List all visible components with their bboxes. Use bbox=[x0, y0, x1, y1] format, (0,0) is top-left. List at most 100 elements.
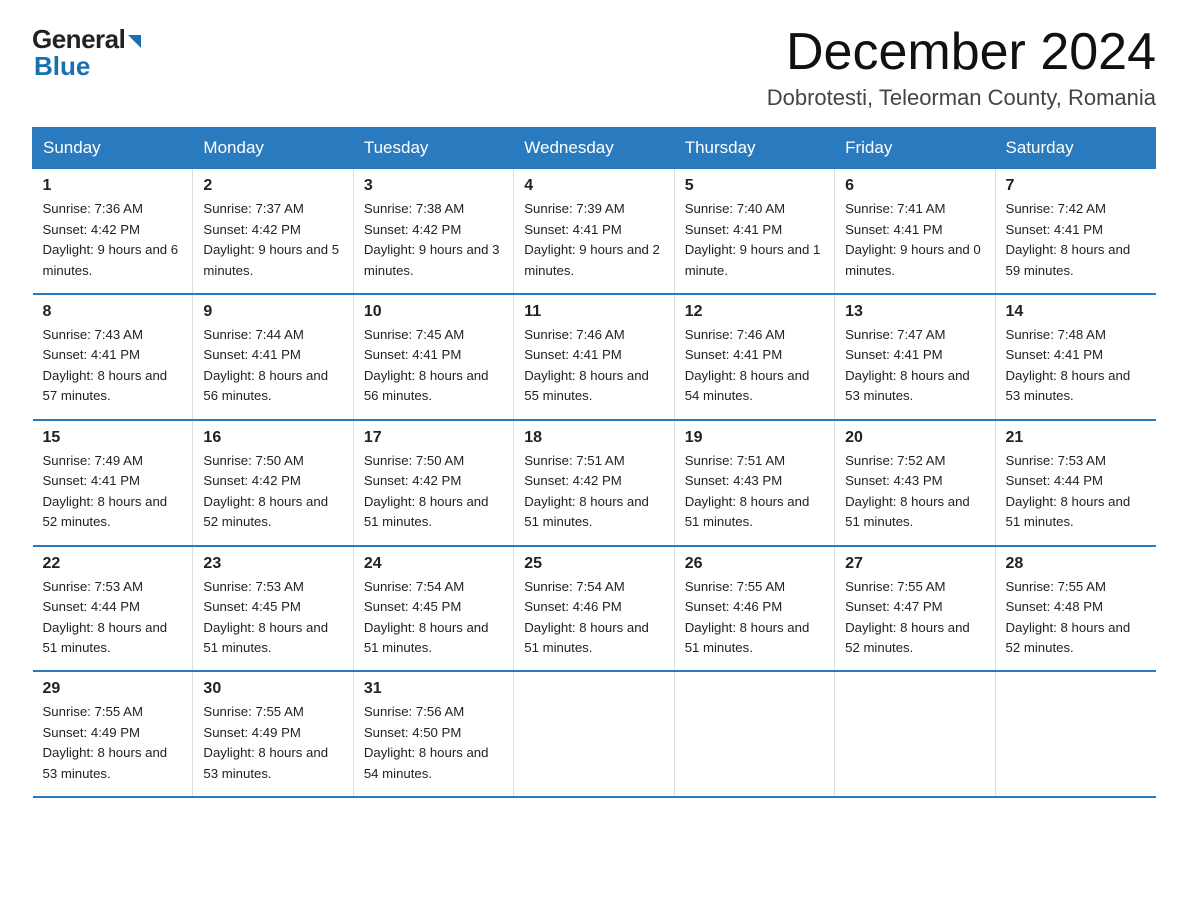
day-number: 28 bbox=[1006, 555, 1146, 573]
day-number: 27 bbox=[845, 555, 984, 573]
calendar-cell: 24 Sunrise: 7:54 AMSunset: 4:45 PMDayligh… bbox=[353, 546, 513, 672]
calendar-cell: 7Sunrise: 7:42 AMSunset: 4:41 PMDaylight… bbox=[995, 169, 1155, 294]
day-info: Sunrise: 7:55 AMSunset: 4:47 PMDaylight:… bbox=[845, 577, 984, 659]
calendar-cell: 28 Sunrise: 7:55 AMSunset: 4:48 PMDayligh… bbox=[995, 546, 1155, 672]
day-number: 4 bbox=[524, 177, 663, 195]
title-area: December 2024 Dobrotesti, Teleorman Coun… bbox=[767, 24, 1156, 111]
day-number: 26 bbox=[685, 555, 824, 573]
weekday-header-tuesday: Tuesday bbox=[353, 128, 513, 169]
calendar-cell: 26 Sunrise: 7:55 AMSunset: 4:46 PMDayligh… bbox=[674, 546, 834, 672]
calendar-cell: 5 Sunrise: 7:40 AMSunset: 4:41 PMDaylight… bbox=[674, 169, 834, 294]
day-number: 20 bbox=[845, 429, 984, 447]
day-info: Sunrise: 7:42 AMSunset: 4:41 PMDaylight:… bbox=[1006, 199, 1146, 281]
day-info: Sunrise: 7:48 AMSunset: 4:41 PMDaylight:… bbox=[1006, 325, 1146, 407]
calendar-week-row: 22 Sunrise: 7:53 AMSunset: 4:44 PMDayligh… bbox=[33, 546, 1156, 672]
location-subtitle: Dobrotesti, Teleorman County, Romania bbox=[767, 85, 1156, 111]
day-number: 30 bbox=[203, 680, 342, 698]
day-info: Sunrise: 7:50 AMSunset: 4:42 PMDaylight:… bbox=[364, 451, 503, 533]
day-number: 16 bbox=[203, 429, 342, 447]
day-number: 25 bbox=[524, 555, 663, 573]
calendar-cell: 1Sunrise: 7:36 AMSunset: 4:42 PMDaylight… bbox=[33, 169, 193, 294]
calendar-week-row: 8 Sunrise: 7:43 AMSunset: 4:41 PMDaylight… bbox=[33, 294, 1156, 420]
calendar-cell: 19Sunrise: 7:51 AMSunset: 4:43 PMDayligh… bbox=[674, 420, 834, 546]
day-info: Sunrise: 7:52 AMSunset: 4:43 PMDaylight:… bbox=[845, 451, 984, 533]
logo-text-blue: Blue bbox=[34, 51, 90, 82]
calendar-header-row: SundayMondayTuesdayWednesdayThursdayFrid… bbox=[33, 128, 1156, 169]
calendar-week-row: 15 Sunrise: 7:49 AMSunset: 4:41 PMDayligh… bbox=[33, 420, 1156, 546]
day-info: Sunrise: 7:37 AMSunset: 4:42 PMDaylight:… bbox=[203, 199, 342, 281]
day-info: Sunrise: 7:54 AMSunset: 4:46 PMDaylight:… bbox=[524, 577, 663, 659]
day-info: Sunrise: 7:46 AMSunset: 4:41 PMDaylight:… bbox=[685, 325, 824, 407]
month-year-title: December 2024 bbox=[767, 24, 1156, 81]
day-info: Sunrise: 7:54 AMSunset: 4:45 PMDaylight:… bbox=[364, 577, 503, 659]
day-info: Sunrise: 7:55 AMSunset: 4:48 PMDaylight:… bbox=[1006, 577, 1146, 659]
day-info: Sunrise: 7:44 AMSunset: 4:41 PMDaylight:… bbox=[203, 325, 342, 407]
day-info: Sunrise: 7:40 AMSunset: 4:41 PMDaylight:… bbox=[685, 199, 824, 281]
day-info: Sunrise: 7:50 AMSunset: 4:42 PMDaylight:… bbox=[203, 451, 342, 533]
weekday-header-saturday: Saturday bbox=[995, 128, 1155, 169]
calendar-cell: 30 Sunrise: 7:55 AMSunset: 4:49 PMDayligh… bbox=[193, 671, 353, 797]
calendar-cell bbox=[674, 671, 834, 797]
day-number: 12 bbox=[685, 303, 824, 321]
day-info: Sunrise: 7:49 AMSunset: 4:41 PMDaylight:… bbox=[43, 451, 183, 533]
day-number: 8 bbox=[43, 303, 183, 321]
day-number: 11 bbox=[524, 303, 663, 321]
day-info: Sunrise: 7:55 AMSunset: 4:46 PMDaylight:… bbox=[685, 577, 824, 659]
day-info: Sunrise: 7:51 AMSunset: 4:42 PMDaylight:… bbox=[524, 451, 663, 533]
calendar-cell: 11Sunrise: 7:46 AMSunset: 4:41 PMDayligh… bbox=[514, 294, 674, 420]
day-number: 18 bbox=[524, 429, 663, 447]
day-info: Sunrise: 7:43 AMSunset: 4:41 PMDaylight:… bbox=[43, 325, 183, 407]
calendar-cell: 21Sunrise: 7:53 AMSunset: 4:44 PMDayligh… bbox=[995, 420, 1155, 546]
day-number: 5 bbox=[685, 177, 824, 195]
calendar-table: SundayMondayTuesdayWednesdayThursdayFrid… bbox=[32, 127, 1156, 798]
weekday-header-wednesday: Wednesday bbox=[514, 128, 674, 169]
day-number: 24 bbox=[364, 555, 503, 573]
calendar-cell: 4Sunrise: 7:39 AMSunset: 4:41 PMDaylight… bbox=[514, 169, 674, 294]
day-info: Sunrise: 7:53 AMSunset: 4:44 PMDaylight:… bbox=[43, 577, 183, 659]
calendar-cell: 13 Sunrise: 7:47 AMSunset: 4:41 PMDayligh… bbox=[835, 294, 995, 420]
calendar-cell: 9 Sunrise: 7:44 AMSunset: 4:41 PMDaylight… bbox=[193, 294, 353, 420]
calendar-cell: 15 Sunrise: 7:49 AMSunset: 4:41 PMDayligh… bbox=[33, 420, 193, 546]
day-number: 6 bbox=[845, 177, 984, 195]
day-number: 23 bbox=[203, 555, 342, 573]
day-number: 3 bbox=[364, 177, 503, 195]
weekday-header-friday: Friday bbox=[835, 128, 995, 169]
calendar-cell: 18 Sunrise: 7:51 AMSunset: 4:42 PMDayligh… bbox=[514, 420, 674, 546]
day-info: Sunrise: 7:47 AMSunset: 4:41 PMDaylight:… bbox=[845, 325, 984, 407]
weekday-header-monday: Monday bbox=[193, 128, 353, 169]
day-info: Sunrise: 7:53 AMSunset: 4:44 PMDaylight:… bbox=[1006, 451, 1146, 533]
day-info: Sunrise: 7:41 AMSunset: 4:41 PMDaylight:… bbox=[845, 199, 984, 281]
day-info: Sunrise: 7:38 AMSunset: 4:42 PMDaylight:… bbox=[364, 199, 503, 281]
day-info: Sunrise: 7:53 AMSunset: 4:45 PMDaylight:… bbox=[203, 577, 342, 659]
day-number: 13 bbox=[845, 303, 984, 321]
day-number: 1 bbox=[43, 177, 183, 195]
calendar-cell: 2 Sunrise: 7:37 AMSunset: 4:42 PMDaylight… bbox=[193, 169, 353, 294]
calendar-cell: 29 Sunrise: 7:55 AMSunset: 4:49 PMDayligh… bbox=[33, 671, 193, 797]
calendar-cell bbox=[514, 671, 674, 797]
calendar-cell: 16 Sunrise: 7:50 AMSunset: 4:42 PMDayligh… bbox=[193, 420, 353, 546]
page-header: General Blue December 2024 Dobrotesti, T… bbox=[32, 24, 1156, 111]
calendar-cell: 17 Sunrise: 7:50 AMSunset: 4:42 PMDayligh… bbox=[353, 420, 513, 546]
day-info: Sunrise: 7:55 AMSunset: 4:49 PMDaylight:… bbox=[43, 702, 183, 784]
calendar-cell: 25 Sunrise: 7:54 AMSunset: 4:46 PMDayligh… bbox=[514, 546, 674, 672]
day-number: 29 bbox=[43, 680, 183, 698]
day-number: 15 bbox=[43, 429, 183, 447]
day-number: 10 bbox=[364, 303, 503, 321]
weekday-header-sunday: Sunday bbox=[33, 128, 193, 169]
day-info: Sunrise: 7:55 AMSunset: 4:49 PMDaylight:… bbox=[203, 702, 342, 784]
day-number: 31 bbox=[364, 680, 503, 698]
logo: General Blue bbox=[32, 24, 141, 82]
calendar-cell: 6 Sunrise: 7:41 AMSunset: 4:41 PMDaylight… bbox=[835, 169, 995, 294]
day-number: 17 bbox=[364, 429, 503, 447]
calendar-cell: 8 Sunrise: 7:43 AMSunset: 4:41 PMDaylight… bbox=[33, 294, 193, 420]
calendar-cell: 10 Sunrise: 7:45 AMSunset: 4:41 PMDayligh… bbox=[353, 294, 513, 420]
day-number: 22 bbox=[43, 555, 183, 573]
calendar-cell: 23 Sunrise: 7:53 AMSunset: 4:45 PMDayligh… bbox=[193, 546, 353, 672]
calendar-cell: 12 Sunrise: 7:46 AMSunset: 4:41 PMDayligh… bbox=[674, 294, 834, 420]
day-info: Sunrise: 7:51 AMSunset: 4:43 PMDaylight:… bbox=[685, 451, 824, 533]
calendar-cell bbox=[995, 671, 1155, 797]
day-number: 9 bbox=[203, 303, 342, 321]
logo-arrow-icon bbox=[128, 35, 141, 48]
day-info: Sunrise: 7:45 AMSunset: 4:41 PMDaylight:… bbox=[364, 325, 503, 407]
day-number: 2 bbox=[203, 177, 342, 195]
